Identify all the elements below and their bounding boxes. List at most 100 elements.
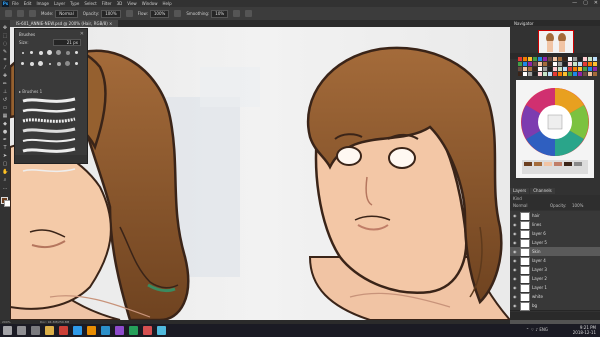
eye-icon[interactable]: ◉ <box>513 222 517 227</box>
brush-tip[interactable] <box>28 60 35 67</box>
menu-select[interactable]: Select <box>84 1 96 6</box>
brush-tip[interactable] <box>37 60 44 67</box>
app-icon[interactable] <box>129 326 138 335</box>
brush-stroke-previews[interactable] <box>21 95 77 175</box>
color-swatch[interactable] <box>538 62 542 66</box>
tab-layers[interactable]: Layers <box>510 188 530 194</box>
color-swatch[interactable] <box>578 72 582 76</box>
color-swatch[interactable] <box>568 67 572 71</box>
brush-tip[interactable] <box>73 60 80 67</box>
brush-tip[interactable] <box>19 49 26 56</box>
color-swatch[interactable] <box>593 62 597 66</box>
color-swatch[interactable] <box>568 57 572 61</box>
color-swatch[interactable] <box>538 67 542 71</box>
color-swatch[interactable] <box>548 57 552 61</box>
pen-tool-icon[interactable]: ✒ <box>2 138 8 143</box>
eye-icon[interactable]: ◉ <box>513 249 517 254</box>
color-swatch[interactable] <box>528 57 532 61</box>
color-swatch[interactable] <box>533 72 537 76</box>
close-icon[interactable]: ✕ <box>80 31 84 37</box>
brush-folder[interactable]: ▸ Brushes 1 <box>19 89 42 94</box>
color-swatch[interactable] <box>528 72 532 76</box>
language-indicator[interactable]: ENG <box>539 327 548 332</box>
menu-help[interactable]: Help <box>162 1 171 6</box>
search-icon[interactable] <box>17 326 26 335</box>
color-swatch[interactable] <box>518 67 522 71</box>
brush-size-field[interactable]: 21 px <box>53 39 81 46</box>
quick-select-tool-icon[interactable]: ✎ <box>2 50 8 55</box>
chrome-icon[interactable] <box>59 326 68 335</box>
color-swatch[interactable] <box>578 62 582 66</box>
color-swatch[interactable] <box>573 67 577 71</box>
brush-tip[interactable] <box>64 49 71 56</box>
hand-tool-icon[interactable]: ✋ <box>2 170 8 175</box>
menu-view[interactable]: View <box>127 1 137 6</box>
airbrush-icon[interactable] <box>174 10 182 17</box>
shape-tool-icon[interactable]: ▢ <box>2 162 8 167</box>
more-tools-icon[interactable]: … <box>2 186 8 191</box>
color-swatch[interactable] <box>553 67 557 71</box>
eye-icon[interactable]: ◉ <box>513 285 517 290</box>
brush-tip[interactable] <box>55 49 62 56</box>
color-swatch[interactable] <box>568 72 572 76</box>
color-swatch[interactable] <box>563 57 567 61</box>
illustrator-icon[interactable] <box>87 326 96 335</box>
color-swatch[interactable] <box>543 62 547 66</box>
app-icon[interactable] <box>157 326 166 335</box>
maximize-button[interactable]: ▢ <box>583 0 588 6</box>
layer-opacity-field[interactable]: 100% <box>572 203 583 208</box>
menu-filter[interactable]: Filter <box>102 1 112 6</box>
color-wheel[interactable] <box>516 80 594 178</box>
navigator-thumbnail[interactable] <box>538 30 574 54</box>
smoothing-settings-icon[interactable] <box>233 10 241 17</box>
menu-image[interactable]: Image <box>36 1 49 6</box>
document-tab[interactable]: IS-601_ANNIE-NEW.psd @ 200% (Hair, RGB/8… <box>10 20 119 27</box>
color-swatch[interactable] <box>518 57 522 61</box>
brush-tip[interactable] <box>55 60 62 67</box>
tab-channels[interactable]: Channels <box>530 188 555 194</box>
color-swatch[interactable] <box>533 67 537 71</box>
start-icon[interactable] <box>3 326 12 335</box>
brush-tip[interactable] <box>46 49 53 56</box>
color-swatch[interactable] <box>588 62 592 66</box>
color-swatch[interactable] <box>578 67 582 71</box>
crop-tool-icon[interactable]: ⌗ <box>2 58 8 63</box>
app-icon[interactable] <box>143 326 152 335</box>
flow-field[interactable]: 100% <box>149 9 170 18</box>
color-swatch[interactable] <box>583 72 587 76</box>
color-swatch[interactable] <box>593 67 597 71</box>
menu-type[interactable]: Type <box>70 1 79 6</box>
pressure-size-icon[interactable] <box>245 10 253 17</box>
color-swatch[interactable] <box>563 62 567 66</box>
color-swatch[interactable] <box>538 72 542 76</box>
menu-file[interactable]: File <box>12 1 19 6</box>
menu-window[interactable]: Window <box>142 1 158 6</box>
color-swatch[interactable] <box>573 72 577 76</box>
clone-stamp-tool-icon[interactable]: ⊥ <box>2 90 8 95</box>
color-swatch[interactable] <box>558 57 562 61</box>
lasso-tool-icon[interactable]: ◌ <box>2 42 8 47</box>
color-swatch[interactable] <box>558 72 562 76</box>
menu-3d[interactable]: 3D <box>117 1 123 6</box>
move-tool-icon[interactable]: ✥ <box>2 26 8 31</box>
type-tool-icon[interactable]: T <box>2 146 8 151</box>
brush-preset-icon[interactable] <box>17 10 24 17</box>
color-swatch[interactable] <box>523 57 527 61</box>
color-swatch[interactable] <box>528 62 532 66</box>
menu-edit[interactable]: Edit <box>24 1 32 6</box>
brush-settings-icon[interactable] <box>29 10 36 17</box>
home-icon[interactable] <box>5 10 12 17</box>
history-brush-tool-icon[interactable]: ↺ <box>2 98 8 103</box>
explorer-icon[interactable] <box>45 326 54 335</box>
mode-select[interactable]: Normal <box>55 9 78 18</box>
eye-icon[interactable]: ◉ <box>513 267 517 272</box>
color-swatch[interactable] <box>548 72 552 76</box>
path-select-tool-icon[interactable]: ➤ <box>2 154 8 159</box>
color-swatch[interactable] <box>518 72 522 76</box>
color-swatch[interactable] <box>523 67 527 71</box>
dodge-tool-icon[interactable]: ● <box>2 130 8 135</box>
color-swatch[interactable] <box>583 62 587 66</box>
color-swatch[interactable] <box>593 57 597 61</box>
eyedropper-tool-icon[interactable]: ⁄ <box>2 66 8 71</box>
color-swatch[interactable] <box>543 57 547 61</box>
